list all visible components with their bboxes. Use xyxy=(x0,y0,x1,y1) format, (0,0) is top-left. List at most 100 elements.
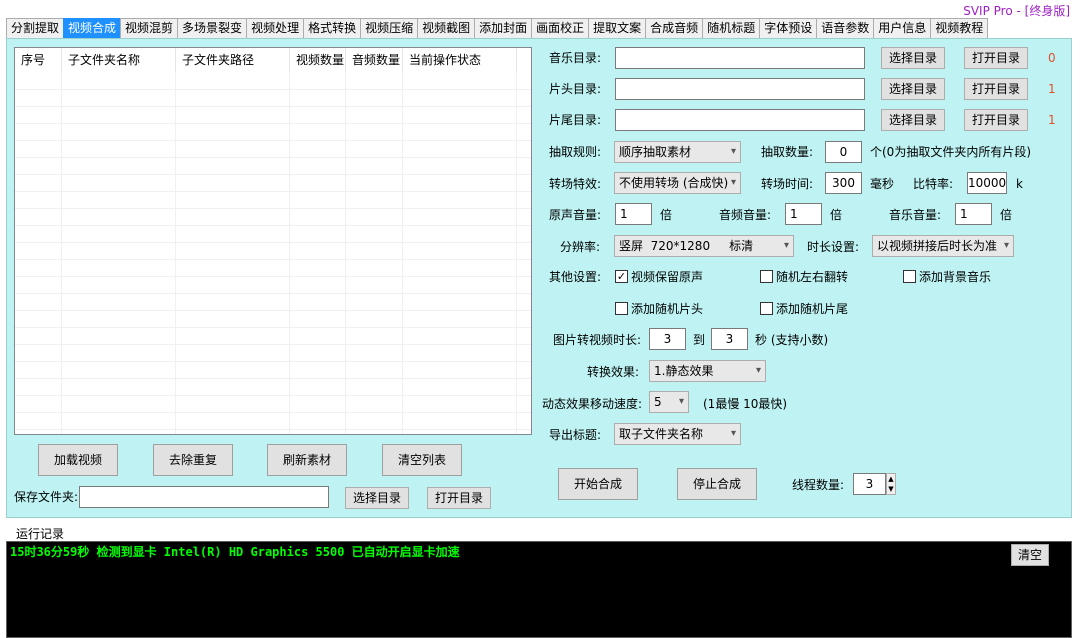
list-gridline xyxy=(15,276,531,277)
intro-dir-label: 片头目录: xyxy=(549,82,602,96)
checkbox-icon xyxy=(760,302,773,315)
save-open-button[interactable]: 打开目录 xyxy=(427,487,491,509)
tab-8[interactable]: 添加封面 xyxy=(474,18,533,38)
extract-rule-select[interactable]: 顺序抽取素材 ▾ xyxy=(614,141,741,163)
music-open-button[interactable]: 打开目录 xyxy=(964,47,1028,69)
audio-volume-input[interactable]: 1 xyxy=(785,203,822,225)
chevron-down-icon: ▾ xyxy=(755,365,761,376)
save-folder-input[interactable] xyxy=(79,486,329,508)
checkbox-icon xyxy=(903,270,916,283)
outro-open-button[interactable]: 打开目录 xyxy=(964,109,1028,131)
checkbox-icon xyxy=(760,270,773,283)
random-outro-checkbox[interactable]: 添加随机片尾 xyxy=(760,300,848,317)
tab-2[interactable]: 视频混剪 xyxy=(120,18,179,38)
extract-count-input[interactable]: 0 xyxy=(825,141,862,163)
tab-16[interactable]: 视频教程 xyxy=(930,18,989,38)
extract-rule-label: 抽取规则: xyxy=(549,145,602,159)
music-choose-button[interactable]: 选择目录 xyxy=(881,47,945,69)
transition-label: 转场特效: xyxy=(549,177,602,191)
clear-list-button[interactable]: 清空列表 xyxy=(382,444,462,476)
tab-11[interactable]: 合成音频 xyxy=(645,18,704,38)
save-folder-label: 保存文件夹: xyxy=(14,490,79,504)
tab-12[interactable]: 随机标题 xyxy=(702,18,761,38)
tab-9[interactable]: 画面校正 xyxy=(531,18,590,38)
tab-7[interactable]: 视频截图 xyxy=(417,18,476,38)
spin-up-icon[interactable]: ▲ xyxy=(887,474,895,484)
list-column-header[interactable]: 子文件夹名称 xyxy=(62,48,176,72)
music-dir-label: 音乐目录: xyxy=(549,51,602,65)
intro-dir-input[interactable] xyxy=(615,78,865,100)
export-title-select[interactable]: 取子文件夹名称 ▾ xyxy=(614,423,741,445)
image-duration-from[interactable]: 3 xyxy=(649,328,686,350)
list-gridline xyxy=(15,242,531,243)
keep-orig-checkbox[interactable]: ✓ 视频保留原声 xyxy=(615,268,703,285)
chevron-down-icon: ▾ xyxy=(730,146,736,157)
refresh-material-button[interactable]: 刷新素材 xyxy=(267,444,347,476)
image-duration-to[interactable]: 3 xyxy=(711,328,748,350)
save-choose-button[interactable]: 选择目录 xyxy=(345,487,409,509)
load-video-button[interactable]: 加载视频 xyxy=(38,444,118,476)
outro-choose-button[interactable]: 选择目录 xyxy=(881,109,945,131)
folder-list[interactable]: 序号 子文件夹名称 子文件夹路径 视频数量 音频数量 当前操作状态 xyxy=(14,47,532,435)
start-compose-button[interactable]: 开始合成 xyxy=(558,468,638,500)
clear-log-button[interactable]: 清空 xyxy=(1011,544,1049,566)
tab-1[interactable]: 视频合成 xyxy=(63,18,122,38)
list-column-header[interactable]: 音频数量 xyxy=(346,48,403,72)
outro-count: 1 xyxy=(1048,113,1056,127)
dedupe-button[interactable]: 去除重复 xyxy=(153,444,233,476)
tab-10[interactable]: 提取文案 xyxy=(588,18,647,38)
list-column-header[interactable]: 视频数量 xyxy=(290,48,346,72)
add-bgm-checkbox[interactable]: 添加背景音乐 xyxy=(903,268,991,285)
random-intro-checkbox[interactable]: 添加随机片头 xyxy=(615,300,703,317)
list-gridline xyxy=(175,72,176,434)
threads-input[interactable]: 3 xyxy=(853,473,886,495)
resolution-label: 分辨率: xyxy=(560,240,601,254)
tab-5[interactable]: 格式转换 xyxy=(303,18,362,38)
list-column-header[interactable]: 子文件夹路径 xyxy=(176,48,290,72)
tab-3[interactable]: 多场景裂变 xyxy=(177,18,248,38)
chevron-down-icon: ▾ xyxy=(730,177,736,188)
stop-compose-button[interactable]: 停止合成 xyxy=(677,468,757,500)
list-gridline xyxy=(15,208,531,209)
speed-select[interactable]: 5 ▾ xyxy=(649,391,689,413)
list-column-header[interactable]: 当前操作状态 xyxy=(403,48,517,72)
transition-select[interactable]: 不使用转场 (合成快) ▾ xyxy=(614,172,741,194)
list-gridline xyxy=(15,327,531,328)
intro-choose-button[interactable]: 选择目录 xyxy=(881,78,945,100)
random-flip-label: 随机左右翻转 xyxy=(776,270,849,284)
bitrate-input[interactable]: 10000 xyxy=(967,172,1007,194)
tab-bar: 分割提取 视频合成 视频混剪 多场景裂变 视频处理 格式转换 视频压缩 视频截图 添加封面 画面校… xyxy=(6,18,989,38)
tab-0[interactable]: 分割提取 xyxy=(6,18,65,38)
bitrate-unit: k xyxy=(1016,177,1023,191)
threads-spinner[interactable]: ▲ ▼ xyxy=(886,473,896,495)
music-volume-input[interactable]: 1 xyxy=(955,203,992,225)
tab-14[interactable]: 语音参数 xyxy=(816,18,875,38)
orig-volume-input[interactable]: 1 xyxy=(615,203,652,225)
tab-13[interactable]: 字体预设 xyxy=(759,18,818,38)
spin-down-icon[interactable]: ▼ xyxy=(887,484,895,494)
list-gridline xyxy=(15,225,531,226)
duration-select[interactable]: 以视频拼接后时长为准 ▾ xyxy=(872,235,1014,257)
outro-dir-input[interactable] xyxy=(615,109,865,131)
list-gridline xyxy=(15,123,531,124)
tab-6[interactable]: 视频压缩 xyxy=(360,18,419,38)
random-flip-checkbox[interactable]: 随机左右翻转 xyxy=(760,268,848,285)
list-gridline xyxy=(61,72,62,434)
list-gridline xyxy=(402,72,403,434)
intro-open-button[interactable]: 打开目录 xyxy=(964,78,1028,100)
music-dir-input[interactable] xyxy=(615,47,865,69)
list-column-header[interactable]: 序号 xyxy=(15,48,62,72)
list-gridline xyxy=(15,174,531,175)
list-gridline xyxy=(516,72,517,434)
resolution-select[interactable]: 竖屏 720*1280 标清 ▾ xyxy=(614,235,794,257)
extract-count-hint: 个(0为抽取文件夹内所有片段) xyxy=(870,145,1031,159)
list-gridline xyxy=(15,310,531,311)
tab-4[interactable]: 视频处理 xyxy=(246,18,305,38)
checkbox-checked-icon: ✓ xyxy=(615,270,628,283)
transition-time-input[interactable]: 300 xyxy=(825,172,862,194)
effect-select[interactable]: 1.静态效果 ▾ xyxy=(649,360,766,382)
tab-15[interactable]: 用户信息 xyxy=(873,18,932,38)
intro-count: 1 xyxy=(1048,82,1056,96)
speed-label: 动态效果移动速度: xyxy=(542,397,643,411)
effect-value: 1.静态效果 xyxy=(654,364,714,378)
